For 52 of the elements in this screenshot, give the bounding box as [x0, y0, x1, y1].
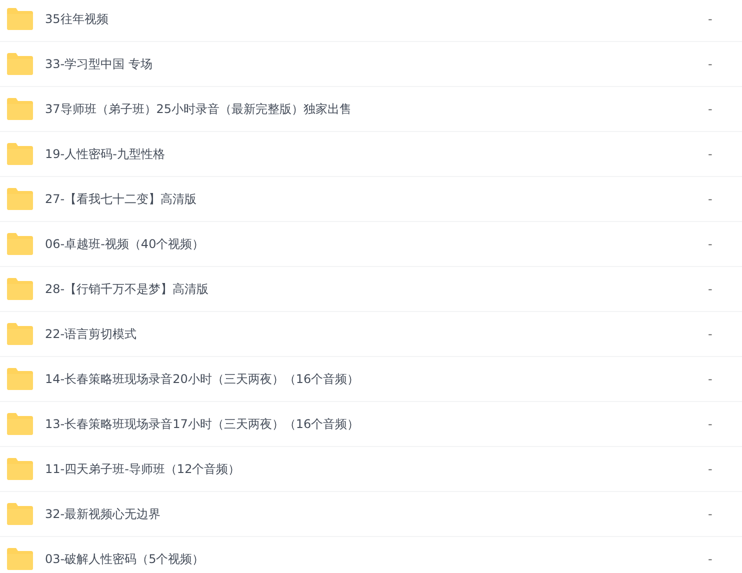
file-name: 06-卓越班-视频（40个视频）	[45, 236, 206, 252]
file-size: -	[708, 462, 714, 476]
file-name: 03-破解人性密码（5个视频）	[45, 550, 206, 568]
file-size: -	[708, 507, 714, 521]
folder-icon	[7, 8, 33, 30]
file-name: 11-四天弟子班-导师班（12个音频）	[45, 460, 242, 478]
file-row[interactable]: 33-学习型中国 专场 -	[0, 42, 742, 87]
file-name: 32-最新视频心无边界	[45, 506, 162, 522]
folder-icon	[7, 413, 33, 435]
file-row[interactable]: 13-长春策略班现场录音17小时（三天两夜）（16个音频） -	[0, 402, 742, 447]
file-row[interactable]: 22-语言剪切模式 -	[0, 312, 742, 357]
file-size: -	[708, 552, 714, 566]
file-size: -	[708, 147, 714, 161]
folder-icon	[7, 368, 33, 390]
file-row[interactable]: 37导师班（弟子班）25小时录音（最新完整版）独家出售 -	[0, 87, 742, 132]
folder-icon	[7, 233, 33, 255]
folder-icon	[7, 548, 33, 570]
folder-icon	[7, 458, 33, 480]
folder-icon	[7, 98, 33, 120]
folder-icon	[7, 323, 33, 345]
file-row[interactable]: 35往年视频 -	[0, 0, 742, 42]
file-name: 14-长春策略班现场录音20小时（三天两夜）（16个音频）	[45, 370, 360, 388]
file-row[interactable]: 06-卓越班-视频（40个视频） -	[0, 222, 742, 267]
folder-icon	[7, 53, 33, 75]
file-size: -	[708, 372, 714, 386]
file-name: 13-长春策略班现场录音17小时（三天两夜）（16个音频）	[45, 416, 360, 432]
file-size: -	[708, 57, 714, 71]
file-name: 28-【行销千万不是梦】高清版	[45, 280, 210, 298]
file-row[interactable]: 11-四天弟子班-导师班（12个音频） -	[0, 447, 742, 492]
file-row[interactable]: 27-【看我七十二变】高清版 -	[0, 177, 742, 222]
file-name: 19-人性密码-九型性格	[45, 146, 166, 162]
folder-icon	[7, 503, 33, 525]
file-name: 22-语言剪切模式	[45, 326, 138, 342]
file-size: -	[708, 282, 714, 296]
folder-icon	[7, 143, 33, 165]
file-row[interactable]: 28-【行销千万不是梦】高清版 -	[0, 267, 742, 312]
file-row[interactable]: 19-人性密码-九型性格 -	[0, 132, 742, 177]
file-size: -	[708, 12, 714, 26]
file-row[interactable]: 03-破解人性密码（5个视频） -	[0, 537, 742, 573]
file-size: -	[708, 237, 714, 251]
folder-icon	[7, 278, 33, 300]
file-size: -	[708, 102, 714, 116]
file-size: -	[708, 327, 714, 341]
file-name: 33-学习型中国 专场	[45, 56, 154, 72]
folder-icon	[7, 188, 33, 210]
file-name: 35往年视频	[45, 10, 110, 28]
file-row[interactable]: 32-最新视频心无边界 -	[0, 492, 742, 537]
file-row[interactable]: 14-长春策略班现场录音20小时（三天两夜）（16个音频） -	[0, 357, 742, 402]
file-name: 37导师班（弟子班）25小时录音（最新完整版）独家出售	[45, 100, 353, 118]
file-name: 27-【看我七十二变】高清版	[45, 190, 198, 208]
file-size: -	[708, 192, 714, 206]
file-size: -	[708, 417, 714, 431]
